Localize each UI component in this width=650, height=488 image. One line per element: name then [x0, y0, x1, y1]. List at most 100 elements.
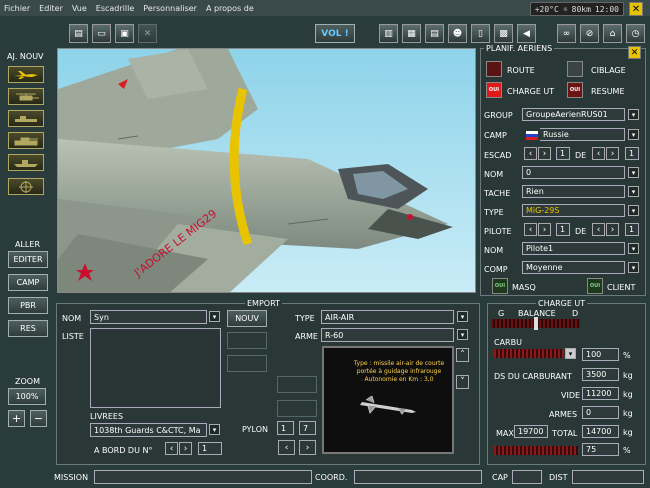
- balance-marker[interactable]: [534, 317, 538, 330]
- emport-nom-field[interactable]: Syn: [90, 310, 207, 324]
- pilot-name-dropdown-icon[interactable]: ▾: [628, 243, 639, 254]
- abord-field[interactable]: 1: [198, 442, 222, 455]
- charge-ut-checkbox[interactable]: OUI: [486, 82, 502, 98]
- comp-dropdown-icon[interactable]: ▾: [628, 262, 639, 273]
- ciblage-checkbox[interactable]: [567, 61, 583, 77]
- zoom-in-button[interactable]: +: [8, 410, 25, 427]
- list-icon[interactable]: ▤: [425, 24, 444, 43]
- escad-de-prev-icon[interactable]: ‹: [592, 147, 605, 160]
- russia-flag-icon: [526, 131, 538, 140]
- film-icon[interactable]: ▩: [494, 24, 513, 43]
- notes-icon[interactable]: ▦: [402, 24, 421, 43]
- aircraft-3d-view[interactable]: J'ADORE LE MIG29: [57, 48, 476, 293]
- carbu-field[interactable]: 100: [582, 348, 619, 361]
- add-aircraft-icon[interactable]: [8, 66, 44, 83]
- livrees-dropdown-icon[interactable]: ▾: [209, 424, 220, 435]
- pilote-de-field[interactable]: 1: [625, 223, 639, 236]
- clock-icon[interactable]: ◷: [626, 24, 645, 43]
- zoom-out-button[interactable]: −: [30, 410, 47, 427]
- nouv-button[interactable]: NOUV: [227, 310, 267, 327]
- loadout-list[interactable]: [90, 328, 221, 408]
- nom-dropdown-icon[interactable]: ▾: [628, 167, 639, 178]
- tache-field[interactable]: Rien: [522, 185, 625, 198]
- escad-de-field[interactable]: 1: [625, 147, 639, 160]
- pilote-prev-icon[interactable]: ‹: [524, 223, 537, 236]
- save-icon[interactable]: ▣: [115, 24, 134, 43]
- abord-prev-icon[interactable]: ‹: [165, 442, 178, 455]
- sound-icon[interactable]: ◀: [517, 24, 536, 43]
- res-button[interactable]: RES: [8, 320, 48, 337]
- menu-escadrille[interactable]: Escadrille: [96, 4, 134, 13]
- new-file-icon[interactable]: ▤: [69, 24, 88, 43]
- add-helicopter-icon[interactable]: [8, 88, 44, 105]
- client-checkbox[interactable]: OUI: [587, 278, 603, 294]
- book-icon[interactable]: ▯: [471, 24, 490, 43]
- pilote-field[interactable]: 1: [556, 223, 570, 236]
- binoculars-icon[interactable]: ∞: [557, 24, 576, 43]
- menu-editer[interactable]: Editer: [39, 4, 63, 13]
- add-tank-icon[interactable]: [8, 132, 44, 149]
- add-ground-unit-icon[interactable]: [8, 110, 44, 127]
- group-dropdown-icon[interactable]: ▾: [628, 109, 639, 120]
- weapon-type-field[interactable]: AIR-AIR: [321, 310, 454, 324]
- no-entry-icon[interactable]: ⊘: [580, 24, 599, 43]
- escad-prev-icon[interactable]: ‹: [524, 147, 537, 160]
- pilote-de-prev-icon[interactable]: ‹: [592, 223, 605, 236]
- pylon-prev-icon[interactable]: ‹: [278, 440, 295, 455]
- arme-field[interactable]: R-60: [321, 328, 454, 342]
- resume-checkbox[interactable]: OUI: [567, 82, 583, 98]
- menu-personnaliser[interactable]: Personnaliser: [143, 4, 197, 13]
- pilot-head-icon[interactable]: ☻: [448, 24, 467, 43]
- camp-field[interactable]: Russie: [540, 128, 625, 141]
- weapon-preview: Type : missile air-air de courte portée …: [322, 346, 454, 454]
- editer-button[interactable]: EDITER: [8, 251, 48, 268]
- masq-checkbox[interactable]: OUI: [492, 278, 508, 294]
- camp-dropdown-icon[interactable]: ▾: [628, 129, 639, 140]
- vol-button[interactable]: VOL !: [315, 24, 355, 43]
- close-app-button[interactable]: ✕: [629, 2, 643, 16]
- close-panel-button[interactable]: ✕: [628, 46, 641, 59]
- route-checkbox[interactable]: [486, 61, 502, 77]
- tache-dropdown-icon[interactable]: ▾: [628, 186, 639, 197]
- pylon-label: PYLON: [242, 425, 268, 434]
- mission-field: [94, 470, 312, 484]
- fuel-slider-handle[interactable]: ▾: [565, 348, 576, 359]
- menu-fichier[interactable]: Fichier: [4, 4, 30, 13]
- arme-label: ARME: [295, 332, 318, 341]
- camp-button[interactable]: CAMP: [8, 274, 48, 291]
- tools-icon[interactable]: ✕: [138, 24, 157, 43]
- group-field[interactable]: GroupeAerienRUS01: [522, 108, 625, 121]
- pbr-button[interactable]: PBR: [8, 297, 48, 314]
- emport-nom-dropdown-icon[interactable]: ▾: [209, 311, 220, 322]
- escad-field[interactable]: 1: [556, 147, 570, 160]
- pilot-name-field[interactable]: Pilote1: [522, 242, 625, 255]
- type-dropdown-icon[interactable]: ▾: [628, 205, 639, 216]
- ship-icon[interactable]: ⌂: [603, 24, 622, 43]
- pylon-field-b[interactable]: 7: [299, 421, 316, 435]
- nom-field[interactable]: 0: [522, 166, 625, 179]
- pylon-field-a[interactable]: 1: [277, 421, 294, 435]
- add-target-icon[interactable]: [8, 178, 44, 195]
- escad-de-next-icon[interactable]: ›: [606, 147, 619, 160]
- pylon-next-icon[interactable]: ›: [299, 440, 316, 455]
- arme-dropdown-icon[interactable]: ▾: [457, 329, 468, 340]
- time: 12:00: [594, 4, 619, 14]
- add-ship-icon[interactable]: [8, 154, 44, 171]
- menu-a-propos[interactable]: A propos de: [206, 4, 254, 13]
- weapon-scroll-down-icon[interactable]: ˅: [456, 375, 469, 389]
- abord-next-icon[interactable]: ›: [179, 442, 192, 455]
- pilote-next-icon[interactable]: ›: [538, 223, 551, 236]
- livrees-field[interactable]: 1038th Guards C&CTC, Ma: [90, 423, 207, 437]
- escad-next-icon[interactable]: ›: [538, 147, 551, 160]
- menu-vue[interactable]: Vue: [72, 4, 87, 13]
- weapon-scroll-up-icon[interactable]: ˄: [456, 348, 469, 362]
- pilote-de-next-icon[interactable]: ›: [606, 223, 619, 236]
- type-field[interactable]: MiG-29S: [522, 204, 625, 217]
- fuel-slider[interactable]: [494, 349, 564, 358]
- weapon-type-dropdown-icon[interactable]: ▾: [457, 311, 468, 322]
- zoom-level-button[interactable]: 100%: [8, 388, 46, 405]
- comp-field[interactable]: Moyenne: [522, 261, 625, 274]
- nom-label: NOM: [484, 170, 504, 179]
- briefing-icon[interactable]: ▥: [379, 24, 398, 43]
- open-folder-icon[interactable]: ▭: [92, 24, 111, 43]
